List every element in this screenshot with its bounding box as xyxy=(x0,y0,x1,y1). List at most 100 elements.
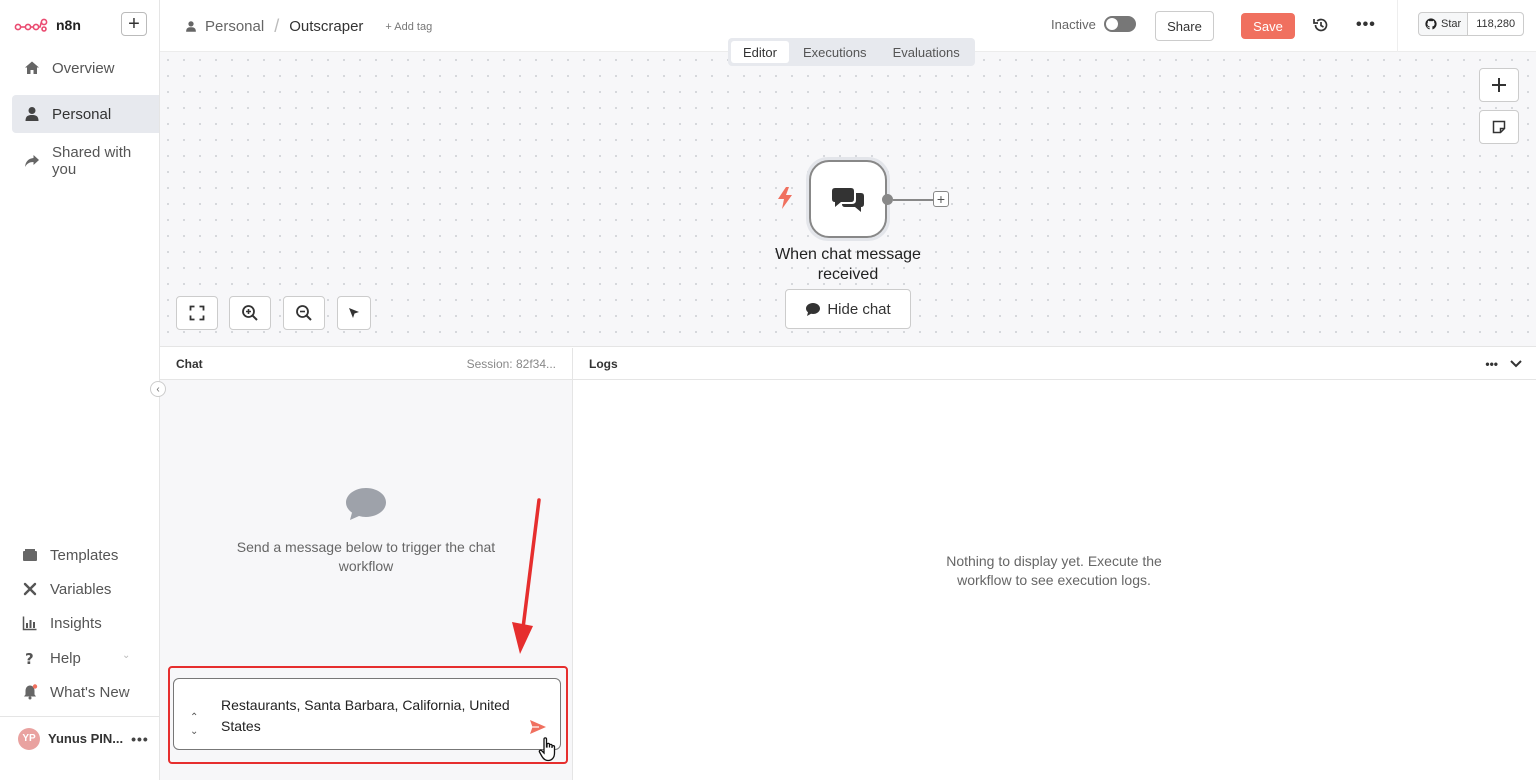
node-label: When chat message received xyxy=(775,246,921,283)
github-star-label: Star xyxy=(1441,18,1462,30)
hide-chat-label: Hide chat xyxy=(827,300,891,318)
sidebar-item-label: Overview xyxy=(52,59,115,77)
more-icon[interactable]: ••• xyxy=(1356,16,1376,34)
add-next-node-button[interactable]: + xyxy=(933,191,949,207)
tab-editor[interactable]: Editor xyxy=(731,41,789,63)
chat-input[interactable]: ⌃ ⌄ Restaurants, Santa Barbara, Californ… xyxy=(173,678,561,750)
github-star-button[interactable]: Star 118,280 xyxy=(1418,12,1525,36)
breadcrumb-separator: / xyxy=(274,16,280,36)
n8n-logo-icon xyxy=(14,18,48,32)
sidebar-item-label: Templates xyxy=(50,546,119,564)
home-icon xyxy=(25,61,39,74)
pointer-icon xyxy=(349,308,359,318)
chat-input-value: Restaurants, Santa Barbara, California, … xyxy=(221,697,510,734)
github-star-count: 118,280 xyxy=(1468,13,1524,35)
sidebar-item-label: Insights xyxy=(50,614,102,632)
fit-view-button[interactable] xyxy=(176,296,218,330)
github-icon xyxy=(1425,18,1437,30)
share-icon xyxy=(25,155,39,167)
divider xyxy=(1397,0,1398,52)
zoom-out-icon xyxy=(296,305,312,321)
history-icon[interactable] xyxy=(1312,16,1330,34)
logs-empty-text: Nothing to display yet. Execute the work… xyxy=(946,553,1162,588)
logs-panel-header: Logs ••• xyxy=(573,348,1536,380)
svg-text:?: ? xyxy=(25,650,34,666)
logs-panel: Logs ••• Nothing to display yet. Execute… xyxy=(573,348,1536,780)
chat-empty-text: Send a message below to trigger the chat… xyxy=(236,539,496,574)
workflow-name[interactable]: Outscraper xyxy=(289,18,363,35)
variables-icon xyxy=(23,582,37,596)
annotation-arrow-icon xyxy=(512,498,541,654)
chat-icon xyxy=(832,188,864,212)
sidebar-item-label: Variables xyxy=(50,580,112,598)
sidebar-item-variables[interactable]: Variables xyxy=(22,574,111,604)
bell-icon xyxy=(24,684,38,700)
collapse-sidebar-button[interactable]: ‹ xyxy=(150,381,166,397)
node-output-handle[interactable] xyxy=(882,194,893,205)
sidebar-item-shared[interactable]: Shared with you xyxy=(12,142,159,180)
chevron-down-icon[interactable] xyxy=(1510,359,1522,368)
active-toggle[interactable] xyxy=(1103,16,1136,32)
logo-text: n8n xyxy=(56,17,81,33)
share-button[interactable]: Share xyxy=(1155,11,1214,41)
chart-icon xyxy=(22,616,37,631)
sidebar-item-whats-new[interactable]: What's New ⌄ xyxy=(22,677,142,707)
user-menu[interactable]: YP Yunus PIN... ••• xyxy=(0,716,160,760)
chat-bubble-icon xyxy=(346,488,386,520)
chevron-down-icon[interactable]: ⌄ xyxy=(190,725,198,739)
plus-icon xyxy=(1492,78,1506,92)
add-button[interactable]: + xyxy=(121,12,147,36)
tab-executions[interactable]: Executions xyxy=(791,41,879,63)
user-icon xyxy=(25,107,39,121)
select-tool-button[interactable] xyxy=(337,296,371,330)
chat-trigger-node[interactable] xyxy=(809,160,887,238)
zoom-out-button[interactable] xyxy=(283,296,325,330)
trigger-bolt-icon xyxy=(778,187,792,209)
chat-panel-title: Chat xyxy=(176,356,203,371)
sidebar-item-label: What's New xyxy=(50,683,130,701)
send-icon[interactable] xyxy=(529,719,547,735)
sidebar-item-templates[interactable]: Templates xyxy=(22,540,118,570)
add-node-button[interactable] xyxy=(1479,68,1519,102)
add-sticky-note-button[interactable] xyxy=(1479,110,1519,144)
more-icon[interactable]: ••• xyxy=(1485,357,1498,371)
sidebar-item-overview[interactable]: Overview xyxy=(12,49,159,87)
sidebar-item-insights[interactable]: Insights xyxy=(22,608,102,638)
sidebar-item-help[interactable]: ? Help ⌄ xyxy=(22,643,142,673)
avatar: YP xyxy=(18,727,40,750)
add-tag-link[interactable]: + Add tag xyxy=(385,21,432,33)
active-toggle-wrap: Inactive xyxy=(1051,16,1136,32)
fullscreen-icon xyxy=(189,305,205,321)
zoom-in-button[interactable] xyxy=(229,296,271,330)
node-connector-line xyxy=(893,199,933,201)
view-tabs: Editor Executions Evaluations xyxy=(728,38,975,66)
sticky-note-icon xyxy=(1492,120,1506,134)
status-label: Inactive xyxy=(1051,16,1096,32)
sidebar: n8n + Overview Personal Shared with you … xyxy=(0,0,160,780)
logo[interactable]: n8n xyxy=(14,14,81,36)
chevron-up-icon[interactable]: ⌃ xyxy=(190,711,198,725)
chat-panel-header: Chat Session: 82f34... xyxy=(160,348,572,380)
save-button[interactable]: Save xyxy=(1241,13,1295,39)
breadcrumb-project[interactable]: Personal xyxy=(205,18,264,35)
session-id[interactable]: Session: 82f34... xyxy=(467,357,556,371)
user-name: Yunus PIN... xyxy=(48,731,124,746)
hand-cursor-icon xyxy=(538,737,556,762)
hide-chat-button[interactable]: Hide chat xyxy=(785,289,911,329)
chevron-down-icon: ⌄ xyxy=(122,650,131,661)
breadcrumb: Personal / Outscraper + Add tag xyxy=(185,16,432,37)
logs-panel-title: Logs xyxy=(589,356,618,371)
comment-icon xyxy=(806,302,821,316)
more-icon[interactable]: ••• xyxy=(131,731,149,747)
tab-evaluations[interactable]: Evaluations xyxy=(881,41,972,63)
zoom-in-icon xyxy=(242,305,258,321)
sidebar-item-label: Personal xyxy=(52,105,112,123)
user-icon xyxy=(186,21,196,32)
sidebar-item-label: Help xyxy=(50,649,81,667)
templates-icon xyxy=(23,549,37,561)
sidebar-item-label: Shared with you xyxy=(52,144,132,178)
chevron-down-icon: ⌄ xyxy=(122,686,131,697)
help-icon: ? xyxy=(25,650,34,666)
sidebar-item-personal[interactable]: Personal xyxy=(12,95,159,133)
history-stepper[interactable]: ⌃ ⌄ xyxy=(190,711,198,739)
